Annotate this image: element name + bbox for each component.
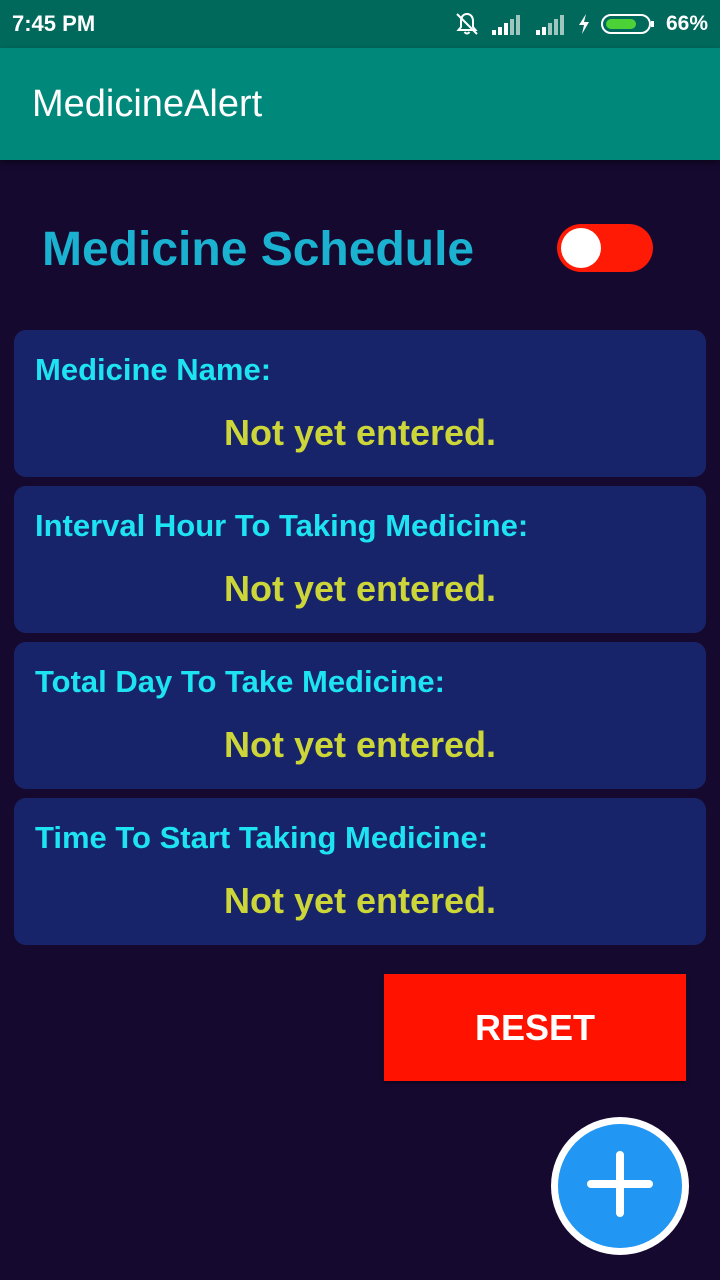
app-title: MedicineAlert (32, 82, 263, 125)
toggle-knob (561, 228, 601, 268)
battery-percent: 66% (665, 12, 708, 35)
interval-hour-value: Not yet entered. (223, 568, 497, 609)
interval-hour-label: Interval Hour To Taking Medicine: (35, 508, 529, 543)
bell-off-icon (454, 11, 480, 37)
medicine-name-value: Not yet entered. (223, 412, 497, 453)
fab-circle (558, 1124, 682, 1248)
signal-icon (534, 13, 568, 35)
plus-icon (585, 1149, 655, 1224)
schedule-title: Medicine Schedule (42, 223, 475, 276)
start-time-card: Time To Start Taking Medicine: Not yet e… (14, 798, 706, 945)
signal-icon (490, 13, 524, 35)
start-time-label: Time To Start Taking Medicine: (35, 820, 489, 855)
start-time-value: Not yet entered. (223, 880, 497, 921)
medicine-name-card: Medicine Name: Not yet entered. (14, 330, 706, 477)
status-bar: 7:45 PM 66% (0, 0, 720, 48)
total-day-value: Not yet entered. (223, 724, 497, 765)
status-icons: 66% (454, 11, 708, 37)
medicine-name-label: Medicine Name: (35, 352, 272, 387)
reset-button[interactable]: RESET (384, 974, 686, 1081)
total-day-label: Total Day To Take Medicine: (35, 664, 445, 699)
charging-icon (578, 13, 590, 35)
schedule-toggle[interactable] (557, 224, 653, 272)
app-bar: MedicineAlert (0, 48, 720, 160)
add-schedule-button[interactable] (551, 1117, 689, 1255)
interval-hour-card: Interval Hour To Taking Medicine: Not ye… (14, 486, 706, 633)
battery-icon (600, 12, 656, 36)
total-day-card: Total Day To Take Medicine: Not yet ente… (14, 642, 706, 789)
status-time: 7:45 PM (12, 11, 96, 36)
